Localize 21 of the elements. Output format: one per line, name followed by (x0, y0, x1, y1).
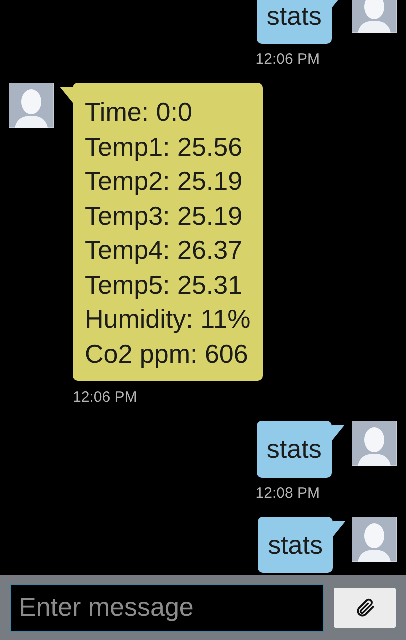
avatar-icon (352, 516, 397, 562)
timestamp: 12:06 PM (73, 389, 138, 407)
message-text: Time: 0:0 (85, 96, 194, 129)
message-text: Temp5: 25.31 (85, 268, 244, 302)
paperclip-icon (354, 596, 376, 618)
attach-button[interactable] (334, 588, 396, 628)
message-text: Temp2: 25.19 (85, 165, 244, 198)
message-text: Humidity: 11% (85, 303, 251, 336)
message-text: Temp3: 25.19 (85, 200, 244, 232)
avatar-icon (9, 83, 54, 128)
avatar-icon (352, 421, 397, 466)
message-text: Co2 ppm: 606 (85, 338, 250, 370)
avatar-icon (352, 0, 397, 32)
timestamp: 12:08 PM (256, 484, 320, 502)
message-text: Temp1: 25.56 (85, 130, 244, 164)
timestamp: 12:06 PM (256, 51, 320, 69)
message-text: stats (266, 433, 322, 466)
message-text: Temp4: 26.37 (85, 234, 244, 267)
message-text: stats (266, 0, 322, 32)
message-input[interactable]: Enter message (10, 584, 324, 632)
message-text: stats (268, 528, 323, 562)
